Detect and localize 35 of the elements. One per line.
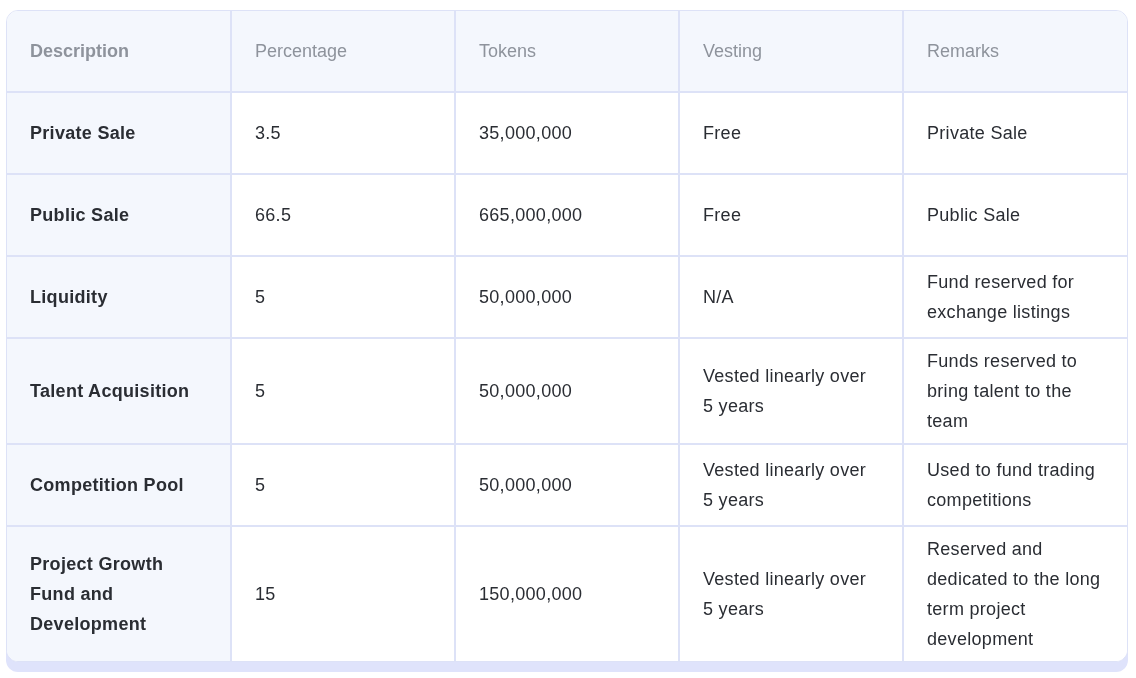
table-cell: Free (679, 174, 903, 256)
table-cell: 3.5 (231, 92, 455, 174)
column-header: Tokens (455, 11, 679, 92)
table-cell: 50,000,000 (455, 338, 679, 444)
table-cell: 15 (231, 526, 455, 661)
table-cell: Funds reserved to bring talent to the team (903, 338, 1127, 444)
column-header: Description (7, 11, 231, 92)
row-header-cell: Liquidity (7, 256, 231, 338)
column-header: Vesting (679, 11, 903, 92)
table-cell: Vested linearly over 5 years (679, 526, 903, 661)
table-cell: 35,000,000 (455, 92, 679, 174)
table-cell: 50,000,000 (455, 444, 679, 526)
table-cell: 665,000,000 (455, 174, 679, 256)
column-header: Remarks (903, 11, 1127, 92)
table-cell: Private Sale (903, 92, 1127, 174)
table-cell: Vested linearly over 5 years (679, 444, 903, 526)
row-header-cell: Project Growth Fund and Development (7, 526, 231, 661)
table-cell: 150,000,000 (455, 526, 679, 661)
table-cell: Vested linearly over 5 years (679, 338, 903, 444)
row-header-cell: Competition Pool (7, 444, 231, 526)
table-cell: Reserved and dedicated to the long term project development (903, 526, 1127, 661)
table-cell: Used to fund trading competitions (903, 444, 1127, 526)
table-cell: Fund reserved for exchange listings (903, 256, 1127, 338)
table-cell: N/A (679, 256, 903, 338)
row-header-cell: Private Sale (7, 92, 231, 174)
table-cell: 5 (231, 338, 455, 444)
table-cell: Free (679, 92, 903, 174)
row-header-cell: Public Sale (7, 174, 231, 256)
table-cell: 50,000,000 (455, 256, 679, 338)
table-cell: 66.5 (231, 174, 455, 256)
row-header-cell: Talent Acquisition (7, 338, 231, 444)
table-cell: 5 (231, 444, 455, 526)
column-header: Percentage (231, 11, 455, 92)
table-cell: Public Sale (903, 174, 1127, 256)
table-cell: 5 (231, 256, 455, 338)
